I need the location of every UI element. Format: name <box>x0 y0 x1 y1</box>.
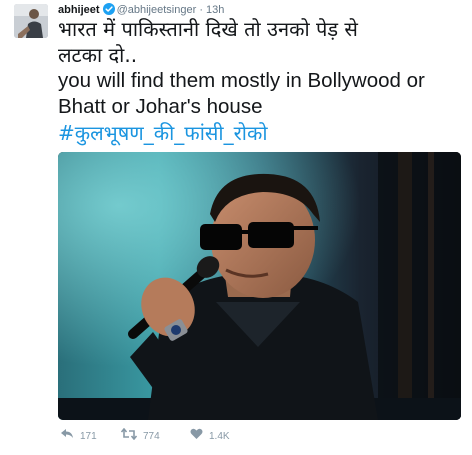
like-button[interactable]: 1.4K <box>190 428 230 446</box>
tweet-text-line: you will find them mostly in Bollywood o… <box>58 69 425 92</box>
hashtag-link[interactable]: #कुलभूषण_की_फांसी_रोको <box>58 120 468 146</box>
author-handle[interactable]: @abhijeetsinger <box>117 4 197 16</box>
heart-icon <box>190 428 203 447</box>
retweet-button[interactable]: 774 <box>120 427 160 447</box>
tweet-card[interactable]: abhijeet @abhijeetsinger · 13h भारत में प… <box>0 0 472 455</box>
reply-button[interactable]: 171 <box>60 428 97 446</box>
reply-count: 171 <box>80 431 97 442</box>
retweet-icon <box>120 427 138 447</box>
tweet-text-line: भारत में पाकिस्तानी दिखे तो उनको पेड़ से <box>58 17 358 41</box>
tweet-photo[interactable] <box>58 152 461 420</box>
separator-dot: · <box>199 4 203 16</box>
avatar-icon <box>14 4 48 38</box>
tweet-body: भारत में पाकिस्तानी दिखे तो उनको पेड़ से… <box>58 16 468 146</box>
tweet-text-line: लटका दो.. <box>58 43 138 67</box>
author-name[interactable]: abhijeet <box>58 4 100 16</box>
avatar[interactable] <box>14 4 48 38</box>
retweet-count: 774 <box>143 431 160 442</box>
like-count: 1.4K <box>209 431 230 442</box>
reply-icon <box>60 428 74 447</box>
tweet-text-line: Bhatt or Johar's house <box>58 95 263 118</box>
tweet-timestamp[interactable]: 13h <box>206 4 224 16</box>
singer-photo <box>58 152 461 420</box>
tweet-actions: 171 774 1.4K <box>58 427 458 447</box>
